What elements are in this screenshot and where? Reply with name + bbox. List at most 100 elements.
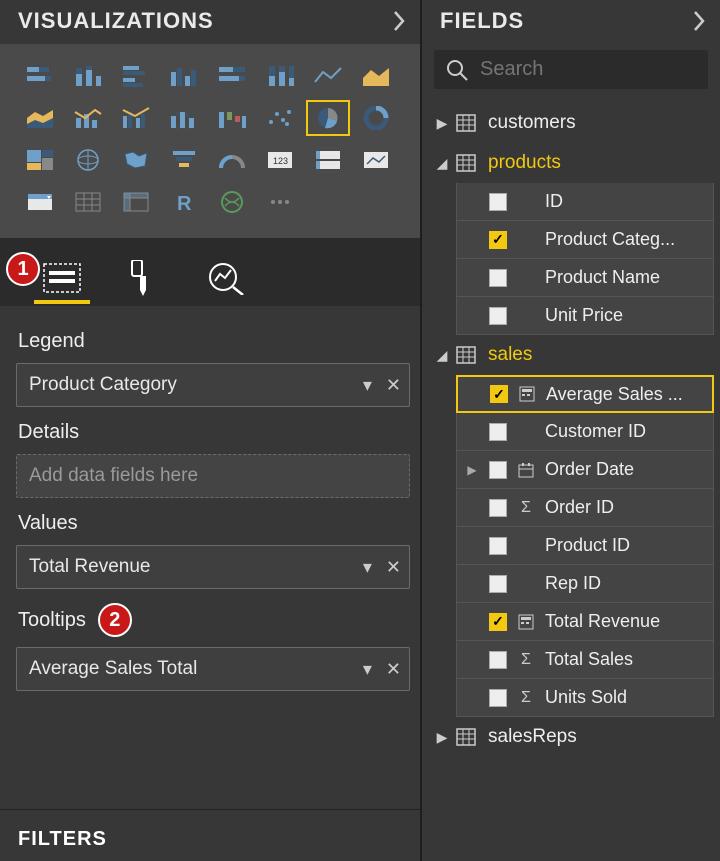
viz-table[interactable] [66,184,110,220]
viz-r-visual[interactable]: R [162,184,206,220]
field-product-id[interactable]: Product ID [456,527,714,565]
values-well[interactable]: Total Revenue ▾ ✕ [16,545,410,589]
values-remove-icon[interactable]: ✕ [386,557,401,578]
visualizations-header: VISUALIZATIONS [0,0,420,44]
tooltips-remove-icon[interactable]: ✕ [386,659,401,680]
callout-badge-2: 2 [98,603,132,637]
viz-filled-map[interactable] [114,142,158,178]
field-checkbox[interactable] [489,193,507,211]
svg-text:123: 123 [273,156,288,166]
viz-100-column[interactable] [258,58,302,94]
legend-remove-icon[interactable]: ✕ [386,375,401,396]
fields-tree: ▶customers◢productsIDProduct Categ...Pro… [422,103,720,767]
field-type-icon [517,462,535,478]
analytics-tab[interactable] [204,256,248,300]
viz-arcgis[interactable] [210,184,254,220]
viz-multi-row-card[interactable] [306,142,350,178]
details-well[interactable]: Add data fields here [16,454,410,498]
viz-treemap[interactable] [18,142,62,178]
field-type-icon [517,614,535,630]
table-label: salesReps [488,726,577,748]
viz-clustered-bar[interactable] [114,58,158,94]
viz-ribbon[interactable] [162,100,206,136]
field-label: Product Name [545,267,705,288]
viz-area[interactable] [354,58,398,94]
tooltips-value: Average Sales Total [29,658,363,680]
tooltips-well[interactable]: Average Sales Total ▾ ✕ [16,647,410,691]
search-box[interactable] [434,50,708,89]
field-checkbox[interactable] [489,307,507,325]
fields-header: FIELDS [422,0,720,44]
table-icon [456,728,476,746]
tooltips-dropdown-icon[interactable]: ▾ [363,659,372,680]
field-checkbox[interactable] [489,423,507,441]
visualizations-pane: VISUALIZATIONS 123R 1 [0,0,420,861]
table-label: customers [488,112,576,134]
table-label: products [488,152,561,174]
viz-pie[interactable] [306,100,350,136]
table-products[interactable]: ◢products [428,143,714,183]
viz-map[interactable] [66,142,110,178]
viz-gauge[interactable] [210,142,254,178]
search-input[interactable] [480,58,696,81]
viz-stacked-column[interactable] [66,58,110,94]
values-dropdown-icon[interactable]: ▾ [363,557,372,578]
field-checkbox[interactable] [489,613,507,631]
table-salesReps[interactable]: ▶salesReps [428,717,714,757]
field-checkbox[interactable] [489,537,507,555]
field-product-categ-[interactable]: Product Categ... [456,221,714,259]
field-product-name[interactable]: Product Name [456,259,714,297]
viz-line[interactable] [306,58,350,94]
field-order-date[interactable]: ▶Order Date [456,451,714,489]
field-label: Rep ID [545,573,705,594]
field-checkbox[interactable] [490,385,508,403]
viz-100-bar[interactable] [210,58,254,94]
field-label: ID [545,191,705,212]
viz-stacked-area[interactable] [18,100,62,136]
viz-funnel[interactable] [162,142,206,178]
field-id[interactable]: ID [456,183,714,221]
viz-line-clustered-col[interactable] [114,100,158,136]
viz-more-visuals[interactable] [258,184,302,220]
field-rep-id[interactable]: Rep ID [456,565,714,603]
table-label: sales [488,344,532,366]
viz-scatter[interactable] [258,100,302,136]
field-average-sales-[interactable]: Average Sales ... [456,375,714,413]
filters-header[interactable]: FILTERS [0,809,420,861]
fields-tab[interactable] [40,256,84,300]
field-order-id[interactable]: ΣOrder ID [456,489,714,527]
field-checkbox[interactable] [489,689,507,707]
viz-line-stacked-col[interactable] [66,100,110,136]
viz-card[interactable]: 123 [258,142,302,178]
viz-kpi[interactable] [354,142,398,178]
field-total-sales[interactable]: ΣTotal Sales [456,641,714,679]
viz-waterfall[interactable] [210,100,254,136]
field-label: Total Revenue [545,611,705,632]
table-sales[interactable]: ◢ sales [428,335,714,375]
viz-clustered-column[interactable] [162,58,206,94]
caret-icon: ◢ [434,347,450,364]
table-icon [456,114,476,132]
legend-well[interactable]: Product Category ▾ ✕ [16,363,410,407]
table-customers[interactable]: ▶customers [428,103,714,143]
field-checkbox[interactable] [489,231,507,249]
legend-dropdown-icon[interactable]: ▾ [363,375,372,396]
field-checkbox[interactable] [489,269,507,287]
format-tab[interactable] [122,256,166,300]
viz-donut[interactable] [354,100,398,136]
field-checkbox[interactable] [489,499,507,517]
field-checkbox[interactable] [489,575,507,593]
collapse-visualizations-icon[interactable] [392,10,406,32]
field-unit-price[interactable]: Unit Price [456,297,714,335]
field-customer-id[interactable]: Customer ID [456,413,714,451]
field-type-icon: Σ [517,499,535,517]
viz-matrix[interactable] [114,184,158,220]
field-type-icon [518,386,536,402]
field-checkbox[interactable] [489,461,507,479]
viz-stacked-bar[interactable] [18,58,62,94]
field-units-sold[interactable]: ΣUnits Sold [456,679,714,717]
field-checkbox[interactable] [489,651,507,669]
viz-slicer[interactable] [18,184,62,220]
field-total-revenue[interactable]: Total Revenue [456,603,714,641]
collapse-fields-icon[interactable] [692,10,706,32]
